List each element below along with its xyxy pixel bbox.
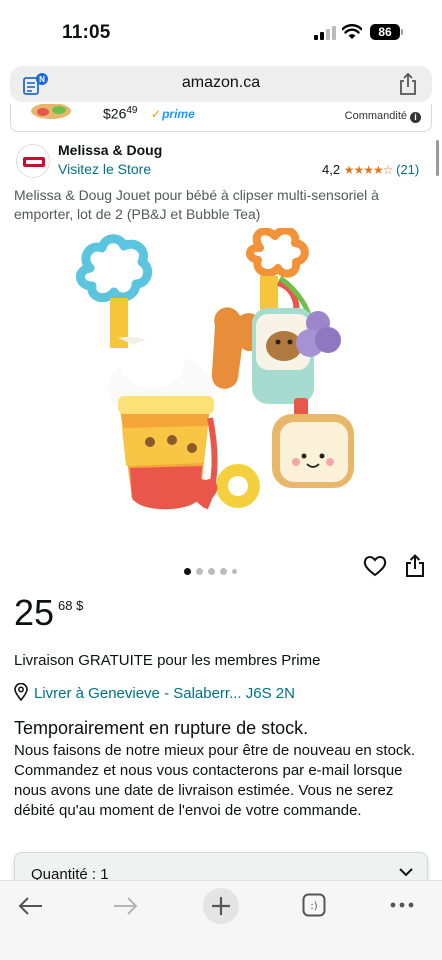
battery-nub bbox=[401, 29, 403, 35]
carousel-dot[interactable] bbox=[196, 568, 203, 575]
status-bar: 11:05 86 bbox=[0, 0, 442, 62]
wifi-icon bbox=[342, 24, 362, 39]
sponsored-price-main: $26 bbox=[103, 105, 127, 122]
sponsored-product-thumbnail[interactable] bbox=[29, 104, 73, 120]
back-arrow-icon[interactable] bbox=[18, 896, 44, 916]
prime-label: prime bbox=[162, 107, 195, 121]
brand-logo[interactable] bbox=[16, 144, 50, 178]
browser-toolbar: :) bbox=[0, 880, 442, 960]
tabs-icon-label: :) bbox=[310, 901, 317, 912]
stock-status-title: Temporairement en rupture de stock. bbox=[14, 718, 309, 738]
image-carousel-dots[interactable] bbox=[184, 562, 242, 575]
rating-count[interactable]: (21) bbox=[396, 162, 419, 177]
chevron-down-icon bbox=[399, 868, 413, 877]
deliver-to-text[interactable]: Livrer à Genevieve - Salaberr... J6S 2N bbox=[34, 685, 295, 702]
sponsored-price: $2649 bbox=[103, 105, 137, 122]
more-options-icon[interactable] bbox=[390, 897, 414, 913]
deliver-to-link[interactable]: Livrer à Genevieve - Salaberr... J6S 2N bbox=[14, 683, 295, 702]
visit-store-link[interactable]: Visitez le Store bbox=[58, 161, 151, 177]
product-title: Melissa & Doug Jouet pour bébé à clipser… bbox=[14, 187, 379, 222]
carousel-dot[interactable] bbox=[184, 568, 191, 575]
share-product-icon[interactable] bbox=[405, 554, 425, 578]
sponsored-label-text: Commandité bbox=[344, 110, 407, 122]
price-fraction: 68 $ bbox=[58, 598, 84, 613]
rating-value: 4,2 bbox=[322, 162, 341, 177]
brand-name: Melissa & Doug bbox=[58, 142, 163, 158]
share-icon[interactable] bbox=[398, 73, 418, 95]
wishlist-heart-icon[interactable] bbox=[363, 555, 387, 577]
tabs-icon[interactable]: :) bbox=[302, 893, 326, 917]
stock-status-body: Nous faisons de notre mieux pour être de… bbox=[14, 742, 416, 819]
info-icon[interactable]: i bbox=[410, 112, 421, 123]
battery-indicator: 86 bbox=[370, 24, 400, 40]
carousel-dot[interactable] bbox=[232, 569, 237, 574]
cellular-signal-icon bbox=[314, 26, 336, 40]
prime-badge: ✓prime bbox=[151, 107, 195, 121]
sponsored-product-strip[interactable]: $2649 ✓prime Commandité i bbox=[10, 104, 432, 132]
status-time: 11:05 bbox=[62, 22, 111, 43]
rating-summary[interactable]: 4,2 ★★★★☆ (21) bbox=[322, 162, 419, 177]
new-tab-button[interactable] bbox=[203, 888, 239, 924]
carousel-dot[interactable] bbox=[220, 568, 227, 575]
brand-logo-mark bbox=[23, 157, 45, 167]
free-delivery-text: Livraison GRATUITE pour les membres Prim… bbox=[14, 652, 321, 669]
plus-icon bbox=[212, 897, 230, 915]
location-pin-icon bbox=[14, 683, 28, 701]
product-image[interactable] bbox=[60, 228, 390, 528]
forward-arrow-icon[interactable] bbox=[112, 896, 138, 916]
scroll-indicator bbox=[436, 140, 439, 176]
url-text[interactable]: amazon.ca bbox=[10, 74, 432, 92]
pbj-toy-illustration bbox=[211, 228, 354, 488]
sponsored-price-fraction: 49 bbox=[126, 105, 138, 116]
sponsored-label[interactable]: Commandité i bbox=[345, 110, 421, 123]
carousel-dot[interactable] bbox=[208, 568, 215, 575]
rating-stars: ★★★★☆ bbox=[343, 163, 394, 177]
prime-check-icon: ✓ bbox=[151, 107, 162, 121]
address-bar[interactable]: N amazon.ca bbox=[10, 66, 432, 102]
price-whole: 25 bbox=[14, 592, 55, 633]
